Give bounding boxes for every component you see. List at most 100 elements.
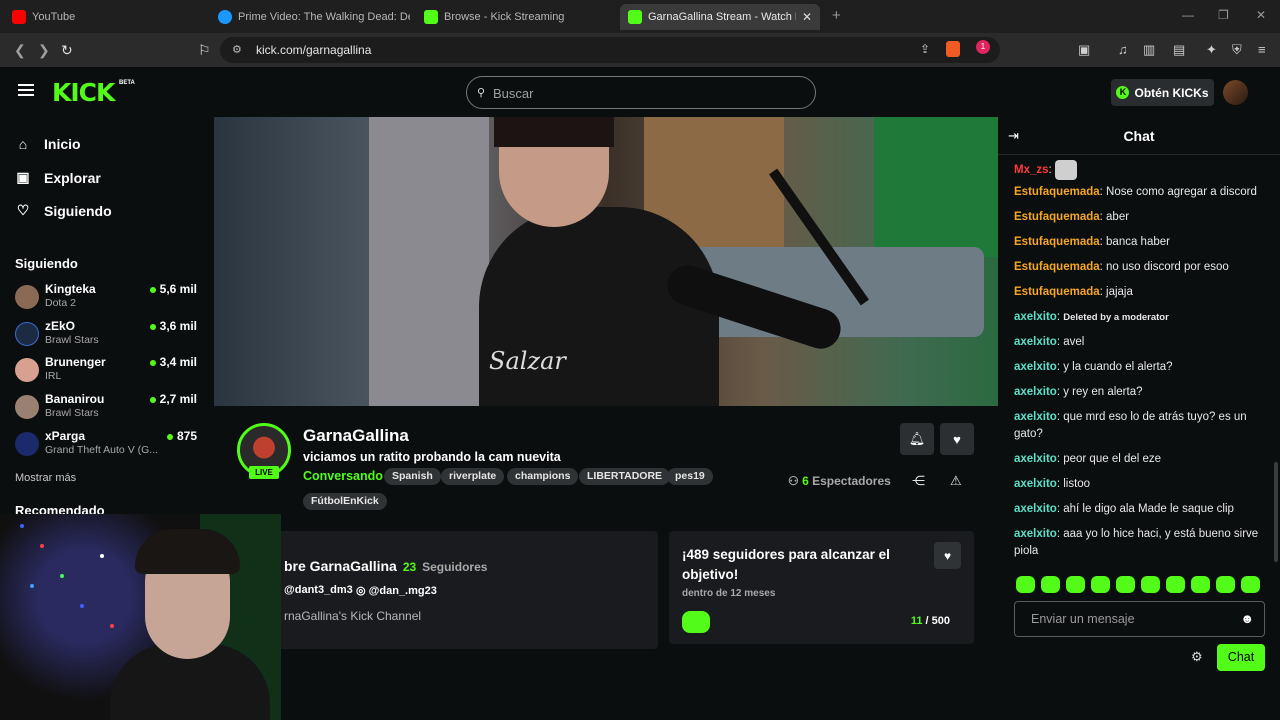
tag[interactable]: FútbolEnKick [303, 493, 387, 510]
emote-icon[interactable] [1191, 576, 1210, 593]
follower-goal-card: ¡489 seguidores para alcanzar el objetiv… [669, 531, 974, 644]
emote-icon[interactable] [1166, 576, 1185, 593]
goal-progress: 11 / 500 [910, 615, 950, 627]
video-player[interactable]: Salzar [214, 117, 998, 406]
social-link[interactable]: @dant3_dm3 [284, 584, 353, 596]
tab-prime-video[interactable]: Prime Video: The Walking Dead: Dea [210, 4, 410, 30]
site-settings-icon[interactable]: ⚙ [232, 43, 242, 56]
follow-button[interactable]: ♥ [940, 423, 974, 455]
chat-header: ⇥ Chat [998, 117, 1280, 155]
string-light [100, 554, 104, 558]
live-dot-icon [149, 396, 156, 403]
nav-browse[interactable]: ▣ Explorar [15, 169, 100, 186]
search-placeholder: Buscar [493, 86, 534, 101]
goal-title: ¡489 seguidores para alcanzar el objetiv… [682, 547, 890, 582]
emote-icon[interactable] [1091, 576, 1110, 593]
video-scene [369, 117, 489, 406]
tab-garnagallina[interactable]: GarnaGallina Stream - Watch Live ✕ [620, 4, 820, 30]
channel-description: rnaGallina's Kick Channel [284, 609, 422, 623]
tab-youtube[interactable]: YouTube [4, 4, 204, 30]
reader-mode-icon[interactable]: ▣ [1078, 42, 1090, 58]
share-icon[interactable]: ⇪ [920, 42, 930, 56]
new-tab-icon[interactable]: + [832, 7, 841, 24]
maximize-icon[interactable]: ❐ [1218, 8, 1229, 22]
close-tab-icon[interactable]: ✕ [802, 10, 812, 24]
channel-category: Grand Theft Auto V (G... [45, 444, 159, 456]
share-icon[interactable]: ⋲ [912, 473, 925, 489]
browse-icon: ▣ [16, 169, 30, 185]
cat-emote-icon [1054, 160, 1077, 180]
social-link[interactable]: ◎ @dan_.mg23 [356, 584, 437, 597]
streamer-name[interactable]: GarnaGallina [303, 426, 409, 446]
brave-shield-icon[interactable] [946, 41, 960, 57]
nav-home[interactable]: ⌂ Inicio [15, 136, 81, 152]
emote-icon[interactable] [1016, 576, 1035, 593]
goal-follow-button[interactable]: ♥ [934, 542, 961, 569]
followed-channel[interactable]: Kingteka Dota 2 5,6 mil [15, 282, 205, 316]
tag[interactable]: champions [507, 468, 579, 485]
tag[interactable]: Spanish [384, 468, 441, 485]
emote-icon[interactable] [1241, 576, 1260, 593]
followed-channel[interactable]: xParga Grand Theft Auto V (G... 875 [15, 429, 205, 463]
chat-scrollbar[interactable] [1274, 462, 1278, 562]
leo-ai-icon[interactable]: ✦ [1206, 42, 1217, 58]
channel-name: Brunenger [45, 355, 106, 369]
chat-input[interactable]: Enviar un mensaje ☻ [1014, 601, 1265, 637]
close-window-icon[interactable]: ✕ [1256, 8, 1266, 22]
followed-channel[interactable]: Brunenger IRL 3,4 mil [15, 355, 205, 389]
stream-info: LIVE GarnaGallina viciamos un ratito pro… [214, 406, 998, 720]
viewer-count: 3,4 mil [149, 355, 197, 369]
tab-title: Prime Video: The Walking Dead: Dea [238, 11, 410, 23]
wallet-icon[interactable]: ▤ [1173, 42, 1185, 58]
url-bar[interactable]: ⚙ kick.com/garnagallina ⇪ 1 [220, 37, 1000, 63]
chat-settings-icon[interactable]: ⚙ [1191, 649, 1203, 665]
stream-category[interactable]: Conversando [303, 469, 383, 483]
menu-icon[interactable]: ≡ [1258, 42, 1266, 57]
kick-logo[interactable]: KICK [52, 78, 115, 107]
reload-icon[interactable]: ↻ [61, 42, 73, 59]
channel-category: Brawl Stars [45, 407, 99, 419]
tag[interactable]: riverplate [441, 468, 505, 485]
chat-message: axelxito: peor que el del eze [1014, 453, 1162, 465]
notification-button[interactable]: 🔔︎ [900, 423, 934, 455]
emote-icon[interactable] [1216, 576, 1235, 593]
emote-icon[interactable] [1066, 576, 1085, 593]
heart-icon: ♥ [943, 548, 952, 563]
send-chat-button[interactable]: Chat [1217, 644, 1265, 671]
channel-name: xParga [45, 429, 86, 443]
hamburger-menu-icon[interactable] [18, 84, 34, 96]
vpn-icon[interactable]: ⛨ [1232, 42, 1242, 58]
followed-channel[interactable]: zEkO Brawl Stars 3,6 mil [15, 319, 205, 353]
user-avatar[interactable] [1223, 80, 1248, 105]
minimize-icon[interactable]: — [1182, 8, 1194, 22]
channel-category: Brawl Stars [45, 334, 99, 346]
string-light [80, 604, 84, 608]
streamer-figure [494, 117, 614, 147]
sidebar-icon[interactable]: ▥ [1143, 42, 1155, 58]
tag[interactable]: LIBERTADORE [579, 468, 671, 485]
show-more-link[interactable]: Mostrar más [15, 472, 76, 484]
tab-kick-browse[interactable]: Browse - Kick Streaming [416, 4, 616, 30]
webcam-overlay [0, 514, 281, 720]
nav-following[interactable]: ♡ Siguiendo [15, 202, 112, 219]
emoji-picker-icon[interactable]: ☻ [1240, 611, 1254, 626]
back-icon[interactable]: ❮ [14, 42, 26, 59]
emote-icon[interactable] [1041, 576, 1060, 593]
get-kicks-button[interactable]: K Obtén KICKs [1111, 79, 1214, 106]
channel-avatar [15, 358, 39, 382]
followed-channel[interactable]: Bananirou Brawl Stars 2,7 mil [15, 392, 205, 426]
emote-icon[interactable] [1116, 576, 1135, 593]
forward-icon[interactable]: ❯ [38, 42, 50, 59]
nav-label: Inicio [44, 136, 81, 152]
chat-input-placeholder: Enviar un mensaje [1031, 612, 1135, 626]
search-icon: ⚲ [477, 87, 486, 99]
search-input[interactable]: ⚲ Buscar [466, 76, 816, 109]
bookmark-icon[interactable]: ⚐ [198, 42, 211, 59]
report-icon[interactable]: ⚠ [950, 473, 962, 489]
emote-icon[interactable] [1141, 576, 1160, 593]
alert-badge[interactable]: 1 [976, 40, 990, 54]
url-text: kick.com/garnagallina [256, 43, 372, 57]
music-icon[interactable]: ♫ [1118, 42, 1128, 57]
viewer-count: 3,6 mil [149, 319, 197, 333]
tag[interactable]: pes19 [667, 468, 713, 485]
